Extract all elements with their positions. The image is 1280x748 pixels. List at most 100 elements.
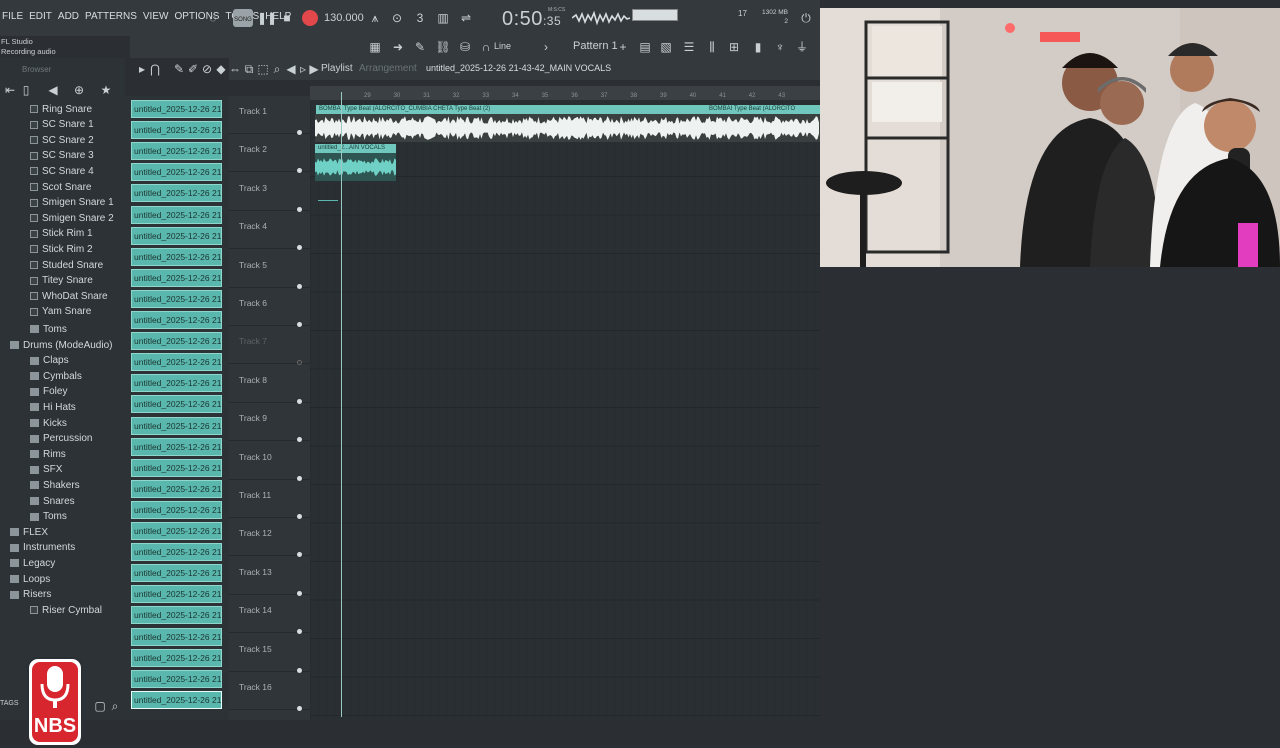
channel-button[interactable]: untitled_2025-12-26 21-	[131, 522, 222, 540]
browser-item[interactable]: Yam Snare	[30, 305, 91, 319]
track-header[interactable]: Track 4	[229, 211, 310, 251]
channel-button[interactable]: untitled_2025-12-26 21-	[131, 374, 222, 393]
browser-item[interactable]: Stick Rim 2	[30, 242, 93, 256]
channel-button[interactable]: untitled_2025-12-26 21-	[131, 627, 222, 646]
pencil-icon[interactable]: ✎	[412, 39, 428, 55]
file-icon[interactable]: ▮	[750, 39, 766, 55]
audio-clip-1-header[interactable]: BOMBAI Type Beat (ALORCITO_CUMBIA CHETA …	[316, 105, 706, 114]
browser-item[interactable]: Foley	[30, 385, 67, 399]
channel-button[interactable]: untitled_2025-12-26 21-	[131, 543, 222, 562]
menu-patterns[interactable]: PATTERNS	[85, 11, 137, 22]
channel-button[interactable]: untitled_2025-12-26 21-	[131, 690, 222, 709]
back-icon[interactable]: ◀	[45, 82, 61, 98]
track-header[interactable]: Track 6	[229, 288, 310, 327]
plugin-db-icon[interactable]: ⊕	[71, 82, 87, 98]
track-header[interactable]: Track 1	[229, 96, 310, 135]
channel-button[interactable]: untitled_2025-12-26 21-	[131, 353, 222, 372]
channel-button[interactable]: untitled_2025-12-26 21-	[131, 163, 222, 182]
collapse-icon[interactable]: ⇤	[2, 82, 18, 98]
master-volume-meter[interactable]	[632, 9, 678, 21]
search-icon[interactable]: ⌕	[107, 698, 123, 714]
channel-button[interactable]: untitled_2025-12-26 21-	[131, 332, 222, 351]
tempo-display[interactable]: 130.000	[324, 12, 364, 24]
snap-selector[interactable]: Line	[494, 41, 511, 51]
mixer-icon[interactable]: ⫼	[704, 39, 720, 55]
browser-item[interactable]: Hi Hats	[30, 400, 76, 414]
browser-item[interactable]: Loops	[10, 572, 50, 586]
snap-magnet-icon[interactable]: ⋂	[147, 61, 163, 77]
channel-button[interactable]: untitled_2025-12-26 21-	[131, 311, 222, 329]
loop-record-icon[interactable]: ⇌	[458, 10, 474, 26]
browser-item[interactable]: SC Snare 3	[30, 149, 94, 163]
menu-add[interactable]: ADD	[58, 11, 79, 22]
track-header[interactable]: Track 9	[229, 403, 310, 443]
channel-rack-icon[interactable]: ☰	[681, 39, 697, 55]
picker-icon[interactable]: ▢	[92, 698, 108, 714]
menu-edit[interactable]: EDIT	[29, 11, 52, 22]
browser-item[interactable]: Toms	[30, 322, 67, 336]
browser-item[interactable]: SC Snare 4	[30, 164, 94, 178]
channel-button[interactable]: untitled_2025-12-26 21-	[131, 121, 222, 140]
playhead[interactable]	[341, 92, 342, 717]
channel-button[interactable]: untitled_2025-12-26 21-	[131, 458, 222, 477]
countdown-icon[interactable]: 3	[412, 10, 428, 26]
browser-item[interactable]: Ring Snare	[30, 102, 92, 116]
channel-button[interactable]: untitled_2025-12-26 21-	[131, 669, 222, 688]
wait-input-icon[interactable]: ⊙	[389, 10, 405, 26]
track-header[interactable]: Track 12	[229, 518, 310, 558]
channel-button[interactable]: untitled_2025-12-26 21-	[131, 416, 222, 435]
record-button[interactable]	[302, 10, 318, 26]
browser-item[interactable]: Claps	[30, 354, 69, 368]
arrow-right-icon[interactable]: ➜	[390, 39, 406, 55]
channel-button[interactable]: untitled_2025-12-26 21-	[131, 226, 222, 245]
track-header[interactable]: Track 13	[229, 557, 310, 596]
browser-item[interactable]: Smigen Snare 2	[30, 211, 114, 225]
browser-item[interactable]: Snares	[30, 494, 75, 508]
channel-button[interactable]: untitled_2025-12-26 21-	[131, 184, 222, 203]
browser-item[interactable]: WhoDat Snare	[30, 289, 108, 303]
browser-item[interactable]: Legacy	[10, 556, 55, 570]
track-header[interactable]: Track 10	[229, 442, 310, 481]
channel-button[interactable]: untitled_2025-12-26 21-	[131, 564, 222, 583]
browser-item[interactable]: Smigen Snare 1	[30, 196, 114, 210]
track-header[interactable]: Track 7	[229, 326, 310, 366]
link-icon[interactable]: ⛓	[435, 39, 451, 55]
track-header[interactable]: Track 8	[229, 365, 310, 404]
channel-button[interactable]: untitled_2025-12-26 21-	[131, 205, 222, 224]
audio-clip-2-header[interactable]: untitled_2...AIN VOCALS	[315, 144, 396, 153]
browser-item[interactable]: Percussion	[30, 432, 92, 446]
track-header[interactable]: Track 14	[229, 595, 310, 635]
browser-item[interactable]: Kicks	[30, 416, 67, 430]
channel-button[interactable]: untitled_2025-12-26 21-	[131, 648, 222, 667]
audio-clip-1b-header[interactable]: BOMBAI Type Beat (ALORCITO	[706, 105, 820, 114]
timeline-ruler[interactable]: 29 30 31 32 33 34 35 36 37 38 39 40 41 42 43	[310, 86, 820, 100]
browser-item[interactable]: FLEX	[10, 525, 48, 539]
channel-button[interactable]: untitled_2025-12-26 21-	[131, 395, 222, 414]
browser-item[interactable]: SFX	[30, 463, 62, 477]
track-header[interactable]: Track 16	[229, 672, 310, 711]
browser-item[interactable]: Toms	[30, 510, 67, 524]
stamp-icon[interactable]: ⛁	[457, 39, 473, 55]
track-header[interactable]: Track 15	[229, 634, 310, 673]
browser-item[interactable]: SC Snare 2	[30, 133, 94, 147]
channel-button[interactable]: untitled_2025-12-26 21-	[131, 479, 222, 498]
magnet-icon[interactable]: ∩	[478, 39, 494, 55]
channel-button[interactable]: untitled_2025-12-26 21-	[131, 585, 222, 604]
channel-button[interactable]: untitled_2025-12-26 21-	[131, 289, 222, 308]
browser-item[interactable]: SC Snare 1	[30, 118, 94, 132]
browser-item[interactable]: Stick Rim 1	[30, 227, 93, 241]
browser-item[interactable]: Risers	[10, 588, 51, 602]
piano-keys-icon[interactable]: ▦	[367, 39, 383, 55]
song-mode-toggle[interactable]: SONG	[233, 9, 253, 27]
playlist-grid[interactable]: BOMBAI Type Beat (ALORCITO_CUMBIA CHETA …	[310, 100, 820, 720]
channel-button[interactable]: untitled_2025-12-26 21-	[131, 247, 222, 266]
browser-item[interactable]: Instruments	[10, 541, 75, 555]
channel-button[interactable]: untitled_2025-12-26 21-	[131, 500, 222, 519]
playlist-play-icon[interactable]: ▶	[306, 61, 322, 77]
browser-item[interactable]: Rims	[30, 447, 66, 461]
star-icon[interactable]: ★	[98, 82, 114, 98]
blend-notes-icon[interactable]: ▥	[435, 10, 451, 26]
browser-item[interactable]: Studed Snare	[30, 258, 103, 272]
menu-file[interactable]: FILE	[2, 11, 23, 22]
browser-item[interactable]: Riser Cymbal	[30, 603, 102, 617]
